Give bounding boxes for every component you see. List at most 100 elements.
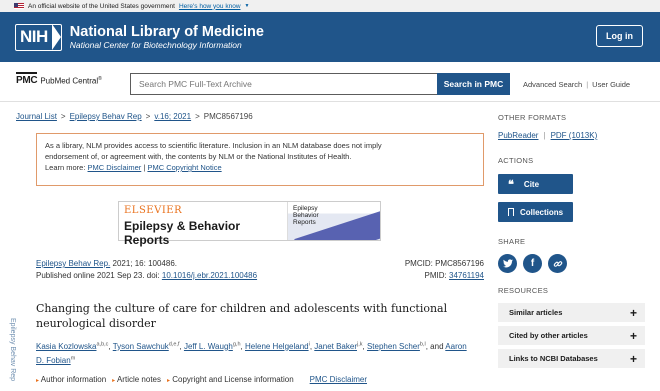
pmc-copyright-link[interactable]: PMC Copyright Notice xyxy=(147,163,221,172)
resource-label: Similar articles xyxy=(509,308,563,317)
pmid-link[interactable]: 34761194 xyxy=(449,271,484,280)
author-info-toggle[interactable]: ▸ Author information xyxy=(36,375,106,384)
registered-mark: ® xyxy=(98,76,102,83)
us-flag-icon xyxy=(14,3,24,9)
author: Jeff L. Waughg,h, xyxy=(184,341,243,351)
author-link[interactable]: Janet Baker xyxy=(314,342,357,351)
author: Tyson Sawchukd,e,f, xyxy=(113,341,182,351)
author-link[interactable]: Helene Helgeland xyxy=(245,342,309,351)
nlm-titles[interactable]: National Library of Medicine National Ce… xyxy=(70,24,264,51)
gov-banner-link[interactable]: Here's how you know xyxy=(179,3,241,10)
disclaimer-line-1: As a library, NLM provides access to sci… xyxy=(45,141,382,150)
disclaimer-learn-more: Learn more: PMC Disclaimer | PMC Copyrig… xyxy=(45,162,475,173)
journal-banner-title: Epilepsy & Behavior Reports xyxy=(124,219,241,247)
cited-by-toggle[interactable]: Cited by other articles + xyxy=(498,326,645,346)
author-affiliation[interactable]: m xyxy=(71,356,76,362)
breadcrumb-journal[interactable]: Epilepsy Behav Rep xyxy=(70,112,142,121)
breadcrumb: Journal List > Epilepsy Behav Rep > v.16… xyxy=(16,112,253,121)
other-formats-heading: OTHER FORMATS xyxy=(498,113,567,122)
triangle-right-icon: ▸ xyxy=(36,378,40,384)
pdf-link[interactable]: PDF (1013K) xyxy=(551,131,598,140)
right-sidebar: OTHER FORMATS PubReader | PDF (1013K) AC… xyxy=(498,102,660,391)
citation-block: Epilepsy Behav Rep. 2021; 16: 100486. Pu… xyxy=(36,258,484,282)
published-text: Published online 2021 Sep 23. doi: xyxy=(36,271,162,280)
resource-label: Links to NCBI Databases xyxy=(509,354,598,363)
disclaimer-line-2: endorsement of, or agreement with, the c… xyxy=(45,152,352,161)
login-button[interactable]: Log in xyxy=(596,25,643,47)
elsevier-logo: ELSEVIER xyxy=(124,205,183,216)
author: Stephen Scherb,l, and xyxy=(367,341,444,351)
author-separator: , xyxy=(362,341,365,351)
article-title: Changing the culture of care for childre… xyxy=(36,302,448,330)
pmc-disclaimer-info-link[interactable]: PMC Disclaimer xyxy=(310,375,367,384)
breadcrumb-journal-list[interactable]: Journal List xyxy=(16,112,57,121)
cover-line: Reports xyxy=(293,219,316,226)
plus-icon: + xyxy=(629,328,637,343)
facebook-icon[interactable]: f xyxy=(523,254,542,273)
breadcrumb-volume[interactable]: v.16; 2021 xyxy=(154,112,191,121)
copyright-toggle[interactable]: ▸ Copyright and License information xyxy=(167,375,294,384)
link-separator: | xyxy=(543,131,546,140)
disclaimer-box: As a library, NLM provides access to sci… xyxy=(36,133,484,186)
author-separator: , xyxy=(179,341,182,351)
link-icon[interactable] xyxy=(548,254,567,273)
nih-logo-text: NIH xyxy=(20,27,48,46)
article-notes-toggle[interactable]: ▸ Article notes xyxy=(112,375,161,384)
chevron-down-icon[interactable]: ▼ xyxy=(245,3,250,9)
link-separator: | xyxy=(143,163,146,172)
author-link[interactable]: Kasia Kozlowska xyxy=(36,342,96,351)
nih-logo[interactable]: NIH xyxy=(15,23,62,51)
user-guide-link[interactable]: User Guide xyxy=(592,80,630,89)
collections-button-label: Collections xyxy=(520,207,564,217)
pmc-search-bar: PMC PubMed Central® Search in PMC Advanc… xyxy=(0,62,660,102)
advanced-search-link[interactable]: Advanced Search xyxy=(523,80,582,89)
author-separator: , xyxy=(240,341,243,351)
copyright-label: Copyright and License information xyxy=(172,375,294,384)
share-heading: SHARE xyxy=(498,237,526,246)
author-affiliation[interactable]: g,h xyxy=(233,341,241,347)
author-separator: , and xyxy=(425,341,444,351)
pmid-row: PMID: 34761194 xyxy=(405,270,484,282)
author-affiliation[interactable]: d,e,f xyxy=(169,341,180,347)
author-affiliation[interactable]: a,b,c xyxy=(96,341,108,347)
link-separator: | xyxy=(586,80,589,89)
breadcrumb-current: PMC8567196 xyxy=(203,112,253,121)
search-input[interactable] xyxy=(130,73,438,95)
cover-line: Epilepsy xyxy=(293,205,318,212)
cite-button[interactable]: ❝ Cite xyxy=(498,174,573,194)
breadcrumb-separator: > xyxy=(195,112,200,121)
resource-label: Cited by other articles xyxy=(509,331,588,340)
journal-banner[interactable]: ELSEVIER Epilepsy & Behavior Reports Epi… xyxy=(118,201,381,247)
author: Janet Bakerj,k, xyxy=(314,341,365,351)
triangle-right-icon: ▸ xyxy=(112,378,116,384)
twitter-icon[interactable] xyxy=(498,254,517,273)
triangle-right-icon: ▸ xyxy=(167,378,171,384)
similar-articles-toggle[interactable]: Similar articles + xyxy=(498,303,645,323)
journal-cover-image: Epilepsy Behavior Reports xyxy=(287,202,380,240)
cite-button-label: Cite xyxy=(523,179,540,189)
pmc-disclaimer-link[interactable]: PMC Disclaimer xyxy=(88,163,142,172)
author-separator: , xyxy=(108,341,111,351)
gov-banner-text: An official website of the United States… xyxy=(28,2,175,10)
author: Kasia Kozlowskaa,b,c, xyxy=(36,341,111,351)
pubreader-link[interactable]: PubReader xyxy=(498,131,538,140)
plus-icon: + xyxy=(629,351,637,366)
author-list: Kasia Kozlowskaa,b,c, Tyson Sawchukd,e,f… xyxy=(36,338,476,367)
author-link[interactable]: Jeff L. Waugh xyxy=(184,342,233,351)
author-link[interactable]: Stephen Scher xyxy=(367,342,420,351)
cover-line: Behavior xyxy=(293,212,319,219)
ncbi-links-toggle[interactable]: Links to NCBI Databases + xyxy=(498,349,645,369)
author-separator: , xyxy=(309,341,313,351)
author-link[interactable]: Tyson Sawchuk xyxy=(113,342,169,351)
pmc-logo-name: PubMed Central® xyxy=(40,76,102,86)
search-button[interactable]: Search in PMC xyxy=(437,73,510,95)
quote-icon: ❝ xyxy=(508,178,514,191)
journal-citation-link[interactable]: Epilepsy Behav Rep. xyxy=(36,259,110,268)
doi-link[interactable]: 10.1016/j.ebr.2021.100486 xyxy=(162,271,257,280)
pmc-logo[interactable]: PMC PubMed Central® xyxy=(16,72,102,86)
gov-banner: An official website of the United States… xyxy=(0,0,660,12)
citation-details: 2021; 16: 100486. xyxy=(110,259,177,268)
collections-button[interactable]: Collections xyxy=(498,202,573,222)
author: Helene Helgelandi, xyxy=(245,341,313,351)
pmc-logo-mark: PMC xyxy=(16,72,38,86)
